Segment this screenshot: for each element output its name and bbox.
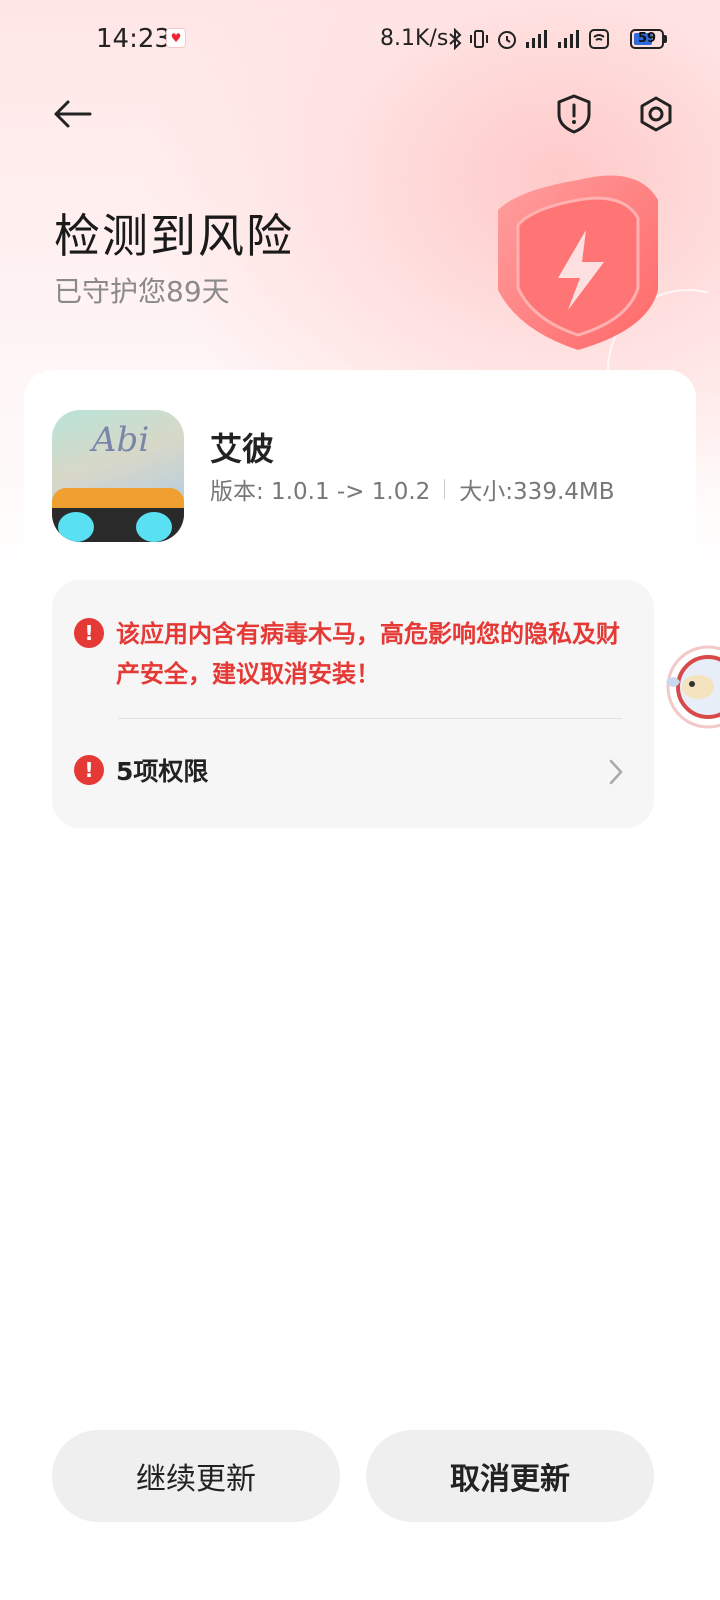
risk-panel: ! 该应用内含有病毒木马，高危影响您的隐私及财产安全，建议取消安装！ ! 5项权…	[52, 580, 654, 828]
bluetooth-icon	[449, 28, 462, 50]
shield-lightning-icon	[498, 175, 708, 390]
app-meta: 版本: 1.0.1 -> 1.0.2 大小:339.4MB	[210, 472, 615, 506]
app-info-card: Abi 艾彼 版本: 1.0.1 -> 1.0.2 大小:339.4MB	[24, 370, 696, 600]
wifi-icon	[589, 29, 609, 49]
alert-icon: !	[74, 755, 104, 785]
virus-warning: ! 该应用内含有病毒木马，高危影响您的隐私及财产安全，建议取消安装！	[74, 614, 634, 694]
app-name: 艾彼	[210, 430, 275, 468]
settings-button[interactable]	[630, 88, 682, 140]
app-version: 版本: 1.0.1 -> 1.0.2	[210, 479, 431, 505]
signal-icon	[526, 30, 547, 48]
panel-divider	[118, 718, 622, 719]
permissions-row[interactable]: ! 5项权限	[74, 750, 634, 790]
arrow-left-icon	[54, 100, 92, 128]
cancel-update-button[interactable]: 取消更新	[366, 1430, 654, 1522]
permissions-label: 5项权限	[116, 757, 209, 786]
back-button[interactable]	[46, 88, 98, 140]
app-icon: Abi	[52, 410, 184, 542]
meta-divider	[444, 479, 446, 499]
vibrate-icon	[470, 30, 488, 48]
warning-text: 该应用内含有病毒木马，高危影响您的隐私及财产安全，建议取消安装！	[116, 620, 620, 688]
alarm-icon	[498, 31, 516, 49]
status-icons	[448, 27, 610, 51]
network-speed: 8.1K/s	[380, 26, 449, 51]
alert-icon: !	[74, 618, 104, 648]
floating-assistant-icon[interactable]	[660, 642, 720, 732]
battery-level: 59	[637, 31, 657, 46]
page-title: 检测到风险	[54, 209, 294, 263]
gear-icon	[640, 96, 672, 132]
battery-tip	[664, 35, 667, 43]
status-time: 14:23	[96, 24, 171, 54]
signal-icon-2	[558, 30, 579, 48]
shield-alert-icon	[557, 94, 591, 134]
battery-icon: 59	[630, 29, 664, 49]
app-icon-text: Abi	[92, 420, 150, 460]
status-bar: 14:23 ♥ 8.1K/s 59	[0, 0, 720, 80]
app-size: 大小:339.4MB	[459, 479, 615, 505]
security-button[interactable]	[548, 88, 600, 140]
chevron-right-icon[interactable]	[608, 758, 624, 786]
protection-days: 已守护您89天	[54, 275, 230, 308]
continue-update-button[interactable]: 继续更新	[52, 1430, 340, 1522]
notification-icon: ♥	[166, 28, 186, 48]
